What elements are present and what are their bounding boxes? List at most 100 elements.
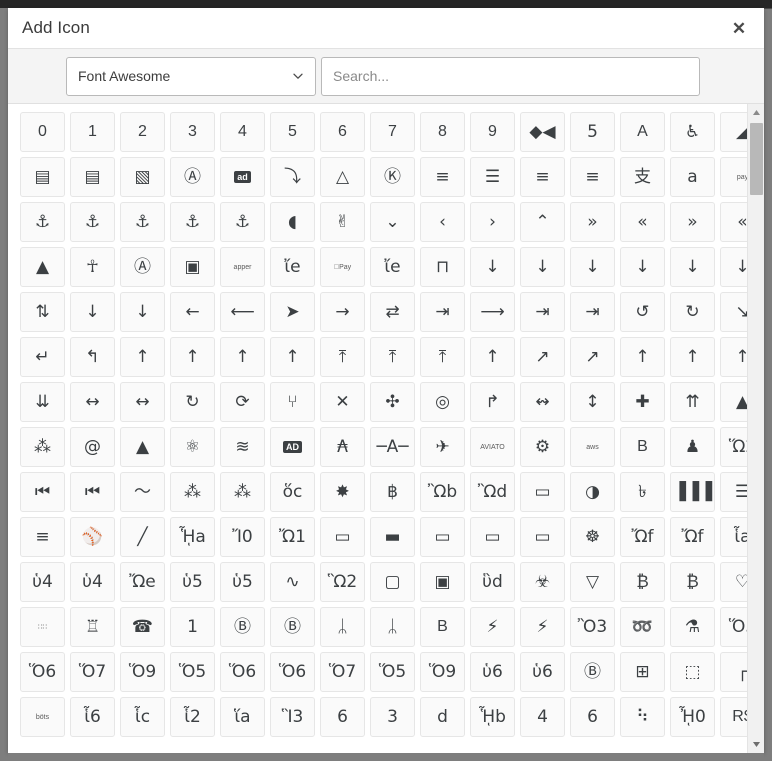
icon-cell-bahai[interactable]: ✸ [320, 472, 365, 512]
icon-cell-airbnb[interactable]: △ [320, 157, 365, 197]
icon-cell-bimobject[interactable]: ▣ [420, 562, 465, 602]
icon-cell-backward-step[interactable]: ⏮ [70, 472, 115, 512]
icon-cell-angle-right[interactable]: › [470, 202, 515, 242]
icon-cell-address-book-regular[interactable]: ▤ [20, 157, 65, 197]
icon-cell-angle-down[interactable]: ⌄ [370, 202, 415, 242]
icon-cell-bitbucket[interactable]: ▽ [570, 562, 615, 602]
icon-cell-blogger-b[interactable]: Ⓑ [270, 607, 315, 647]
icon-cell-bacon[interactable]: 〜 [120, 472, 165, 512]
icon-cell-bitcoin-sign[interactable]: ₿ [670, 562, 715, 602]
close-icon[interactable]: ✕ [728, 17, 750, 39]
icon-cell-anchor-circle-check[interactable]: ⚓ [70, 202, 115, 242]
icon-cell-book-quran[interactable]: Ὅ7 [320, 652, 365, 692]
icon-cell-arrow-down-long[interactable]: ↓ [670, 247, 715, 287]
icon-cell-angles-down[interactable]: » [570, 202, 615, 242]
icon-cell-arrow-down-up-lock[interactable]: ⇅ [20, 292, 65, 332]
icon-cell-bottle-droplet[interactable]: ἷ6 [70, 697, 115, 737]
icon-cell-amazon[interactable]: a [670, 157, 715, 197]
icon-cell-award[interactable]: ⚙ [520, 427, 565, 467]
icon-cell-angles-up[interactable]: « [720, 202, 747, 242]
icon-cell-adn[interactable]: Ⓐ [170, 157, 215, 197]
icon-cell-arrows-spin[interactable]: ⟳ [220, 382, 265, 422]
icon-cell-1[interactable]: 1 [70, 112, 115, 152]
icon-cell-arrows-to-eye[interactable]: ◎ [420, 382, 465, 422]
icon-cell-ban-smoking[interactable]: Ὢd [470, 472, 515, 512]
icon-cell-aws[interactable]: aws [570, 427, 615, 467]
icon-cell-angle-left[interactable]: ‹ [420, 202, 465, 242]
icon-cell-bandcamp[interactable]: ◑ [570, 472, 615, 512]
icon-cell-bars-staggered[interactable]: ≡ [20, 517, 65, 557]
icon-cell-braille[interactable]: ⠳ [620, 697, 665, 737]
icon-cell-box-archive[interactable]: ὜3 [370, 697, 415, 737]
icon-cell-arrow-down-wide-short[interactable]: ↓ [70, 292, 115, 332]
icon-cell-barcode[interactable]: ▐▐▐ [670, 472, 715, 512]
icon-cell-bath[interactable]: Ὤ1 [270, 517, 315, 557]
scroll-up-icon[interactable] [748, 104, 764, 121]
icon-cell-avianex[interactable]: ✈ [420, 427, 465, 467]
icon-cell-bell-slash[interactable]: ὑ5 [170, 562, 215, 602]
icon-cell-bold[interactable]: B [420, 607, 465, 647]
icon-cell-beer-mug-empty[interactable]: ἷa [720, 517, 747, 557]
icon-cell-anchor-circle-exclamation[interactable]: ⚓ [120, 202, 165, 242]
icon-cell-a[interactable]: A [620, 112, 665, 152]
icon-cell-arrows-left-right[interactable]: ↔ [70, 382, 115, 422]
icon-cell-angles-right[interactable]: » [670, 202, 715, 242]
icon-cell-5[interactable]: 5 [270, 112, 315, 152]
icon-cell-arrow-up-short-wide[interactable]: ↑ [620, 337, 665, 377]
icon-cell-3[interactable]: 3 [170, 112, 215, 152]
icon-cell-6[interactable]: 6 [320, 112, 365, 152]
icon-cell-bity[interactable]: ♡ [720, 562, 747, 602]
icon-cell-battery-quarter[interactable]: ▭ [470, 517, 515, 557]
icon-cell-arrow-rotate-left[interactable]: ↺ [620, 292, 665, 332]
icon-cell-bowl-rice[interactable]: ἵa [220, 697, 265, 737]
icon-cell-arrow-up-right-from-square[interactable]: ↗ [570, 337, 615, 377]
icon-cell-500px[interactable]: 5 [570, 112, 615, 152]
icon-cell-boxes-packing[interactable]: ὎4 [520, 697, 565, 737]
icon-cell-arrow-up-9-1[interactable]: ↑ [220, 337, 265, 377]
icon-cell-atom[interactable]: ⚛ [170, 427, 215, 467]
icon-cell-blogger[interactable]: Ⓑ [220, 607, 265, 647]
icon-cell-bangladeshi-taka-sign[interactable]: ৳ [620, 472, 665, 512]
icon-cell-blog[interactable]: ὎1 [170, 607, 215, 647]
icon-cell-anchor[interactable]: ⚓ [20, 202, 65, 242]
icon-cell-autoprefixer[interactable]: ─A─ [370, 427, 415, 467]
font-family-select[interactable]: Font Awesome [66, 57, 316, 96]
icon-cell-arrow-right[interactable]: → [320, 292, 365, 332]
icon-cell-amazon-pay[interactable]: pay [720, 157, 747, 197]
icon-cell-arrow-turn-down[interactable]: ↵ [20, 337, 65, 377]
icon-cell-bandage[interactable]: ▭ [520, 472, 565, 512]
icon-cell-basketball[interactable]: Ἴ0 [220, 517, 265, 557]
icon-cell-arrows-split-up-and-left[interactable]: ⑂ [270, 382, 315, 422]
icon-cell-8[interactable]: 8 [420, 112, 465, 152]
icon-cell-baht-sign[interactable]: ฿ [370, 472, 415, 512]
icon-cell-battery-empty[interactable]: ▭ [320, 517, 365, 557]
icon-cell-atlassian[interactable]: ▲ [120, 427, 165, 467]
icon-cell-arrow-up-from-water-pump[interactable]: ⤒ [420, 337, 465, 377]
icon-cell-arrows-left-right-to-line[interactable]: ↔ [120, 382, 165, 422]
icon-cell-brain[interactable]: ᾞ0 [670, 697, 715, 737]
icon-cell-ban[interactable]: Ὢb [420, 472, 465, 512]
icon-cell-arrows-rotate[interactable]: ↻ [170, 382, 215, 422]
icon-cell-algolia[interactable]: Ⓚ [370, 157, 415, 197]
icon-cell-binoculars[interactable]: ὓd [470, 562, 515, 602]
icon-cell-accusoft[interactable]: ◢ [720, 112, 747, 152]
icon-cell-apple-pay[interactable]: Pay [320, 247, 365, 287]
icon-cell-angle-up[interactable]: ⌃ [520, 202, 565, 242]
icon-cell-angellist[interactable]: ✌ [320, 202, 365, 242]
icon-cell-bed[interactable]: Ὤf [620, 517, 665, 557]
icon-cell-battle-net[interactable]: ☸ [570, 517, 615, 557]
icon-cell-bell-concierge[interactable]: Ὤe [120, 562, 165, 602]
icon-cell-arrows-up-down-left-right[interactable]: ✚ [620, 382, 665, 422]
icon-cell-at[interactable]: @ [70, 427, 115, 467]
icon-cell-adversal[interactable]: ad [220, 157, 265, 197]
icon-cell-arrows-to-circle[interactable]: ✕ [320, 382, 365, 422]
icon-cell-battery-three-quarters[interactable]: ▭ [520, 517, 565, 557]
icon-cell-bezier-curve[interactable]: ∿ [270, 562, 315, 602]
icon-cell-baby-carriage[interactable]: Ὥ2 [720, 427, 747, 467]
icon-cell-arrows-turn-to-dots[interactable]: ↭ [520, 382, 565, 422]
icon-cell-arrows-up-to-line[interactable]: ⇈ [670, 382, 715, 422]
icon-cell-arrow-right-long[interactable]: ⟶ [470, 292, 515, 332]
icon-cell-book-tanakh[interactable]: Ὅ9 [420, 652, 465, 692]
icon-cell-bacteria[interactable]: ⁂ [170, 472, 215, 512]
icon-cell-arrow-left[interactable]: ← [170, 292, 215, 332]
